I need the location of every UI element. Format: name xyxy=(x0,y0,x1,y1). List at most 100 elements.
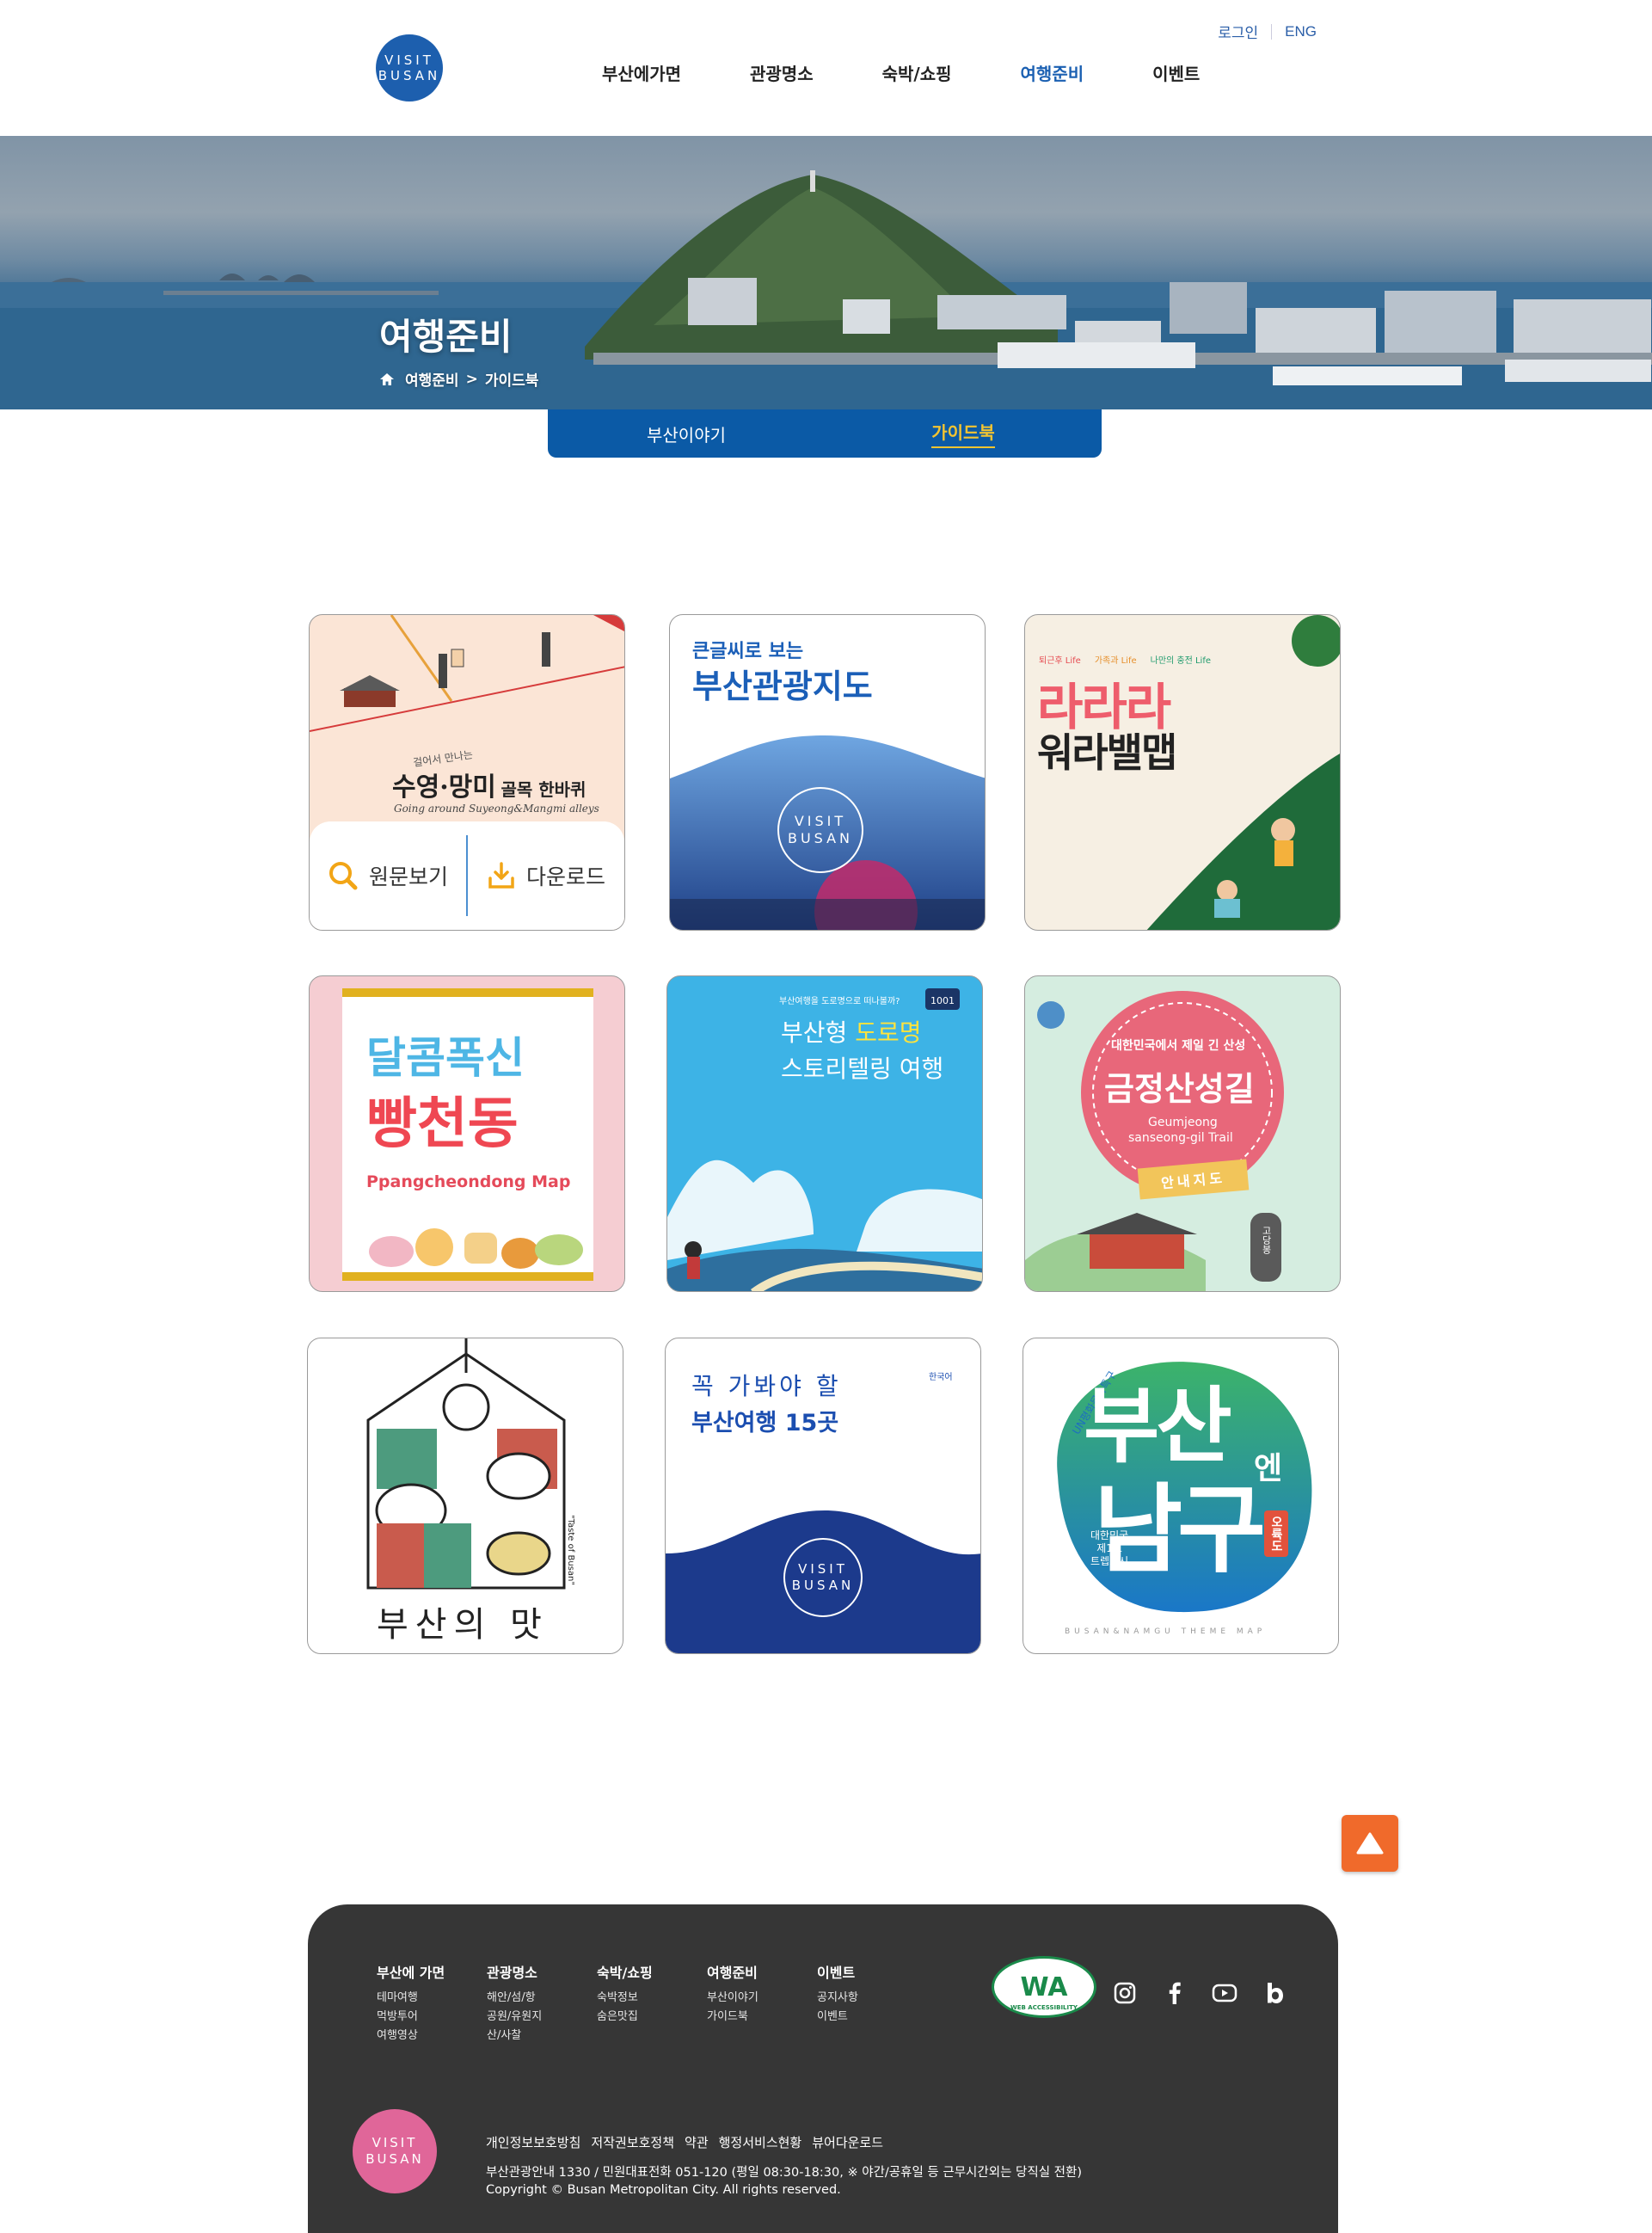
tab-label: 부산이야기 xyxy=(647,424,726,446)
copyright-policy-link[interactable]: 저작권보호정책 xyxy=(591,2133,674,2151)
terms-link[interactable]: 약관 xyxy=(685,2133,709,2151)
card-line1: 꼭 가봐야 할 xyxy=(691,1372,842,1400)
guidebook-card-road-name-travel[interactable]: 부산여행을 도로명으로 떠나볼까? 1001 부산형 도로명 스토리텔링 여행 xyxy=(666,975,983,1292)
footer-column-heading[interactable]: 숙박/쇼핑 xyxy=(597,1961,653,1982)
login-link[interactable]: 로그인 xyxy=(1218,21,1258,42)
card-line2: 부산관광지도 xyxy=(692,667,873,705)
breadcrumb-item-travel-prep[interactable]: 여행준비 xyxy=(405,368,459,390)
footer-column-heading[interactable]: 부산에 가면 xyxy=(377,1961,445,1982)
arrow-up-icon xyxy=(1356,1832,1384,1855)
guidebook-grid: 걸어서 만나는 수영·망미 골목 한바퀴 Going around Suyeon… xyxy=(307,614,1341,1655)
card-line1-yellow: 도로명 xyxy=(855,1018,922,1047)
card-line1: 부산형 도로명 xyxy=(781,1014,921,1049)
breadcrumb-item-guidebook[interactable]: 가이드북 xyxy=(485,368,539,390)
card-line2: 워라밸맵 xyxy=(1037,729,1177,776)
nav-item-attractions[interactable]: 관광명소 xyxy=(750,60,814,85)
footer-link[interactable]: 숨은맛집 xyxy=(597,2008,653,2027)
nav-item-stay-shopping[interactable]: 숙박/쇼핑 xyxy=(882,60,952,85)
card-title: 부산의 맛 xyxy=(377,1605,549,1645)
tab-busan-story[interactable]: 부산이야기 xyxy=(548,409,825,458)
language-link-eng[interactable]: ENG xyxy=(1285,23,1317,40)
logo-text-visit: VISIT xyxy=(372,2135,418,2150)
blog-icon[interactable] xyxy=(1262,1980,1287,2006)
instagram-icon[interactable] xyxy=(1112,1980,1138,2006)
download-button[interactable]: 다운로드 xyxy=(468,860,624,891)
youtube-icon[interactable] xyxy=(1212,1980,1237,2006)
web-accessibility-mark[interactable]: WA WEB ACCESSIBILITY xyxy=(992,1956,1096,2018)
tag-recharge: 나만의 충전 Life xyxy=(1150,656,1212,666)
guidebook-card-large-print-map[interactable]: 큰글씨로 보는 부산관광지도 VISIT BUSAN xyxy=(669,614,986,931)
copyright-text: Copyright © Busan Metropolitan City. All… xyxy=(486,2183,841,2197)
guidebook-card-15-must-visit[interactable]: 한국어 꼭 가봐야 할 부산여행 15곳 VISIT BUSAN xyxy=(665,1338,981,1654)
card-action-bar: 원문보기 다운로드 xyxy=(310,821,624,930)
footer-link[interactable]: 부산이야기 xyxy=(707,1989,758,2008)
card-tags: 퇴근후 Life 가족과 Life 나만의 충전 Life xyxy=(1039,653,1211,666)
guidebook-card-ppangcheondong[interactable]: 달콤폭신 빵천동 Ppangcheondong Map xyxy=(309,975,625,1292)
download-label: 다운로드 xyxy=(525,864,605,889)
footer-column-heading[interactable]: 여행준비 xyxy=(707,1961,758,1982)
card-tag: 오륙도 xyxy=(1264,1510,1288,1557)
visit-busan-logo[interactable]: VISIT BUSAN xyxy=(376,34,443,102)
card-line2: 스토리텔링 여행 xyxy=(781,1055,944,1083)
viewer-download-link[interactable]: 뷰어다운로드 xyxy=(812,2133,883,2151)
guidebook-card-namgu-theme-map[interactable]: UN평화문화특구 부산 엔 남구 오륙도 대한민국 제1호 트렙도시 BUSAN… xyxy=(1023,1338,1339,1654)
view-original-button[interactable]: 원문보기 xyxy=(310,860,466,891)
nav-item-travel-prep[interactable]: 여행준비 xyxy=(1021,60,1084,85)
guidebook-card-lalala-map[interactable]: 퇴근후 Life 가족과 Life 나만의 충전 Life 라라라 워라밸맵 xyxy=(1024,614,1341,931)
footer-link[interactable]: 테마여행 xyxy=(377,1989,445,2008)
card-stone-text: 고당봉 xyxy=(1261,1226,1272,1254)
guidebook-card-taste-of-busan[interactable]: "Taste of Busan" 부산의 맛 xyxy=(307,1338,623,1654)
search-icon xyxy=(329,862,358,890)
footer-policy-links: 개인정보보호방침 저작권보호정책 약관 행정서비스현황 뷰어다운로드 xyxy=(486,2133,894,2151)
footer-link[interactable]: 공지사항 xyxy=(817,1989,858,2008)
wa-mark-caption: WEB ACCESSIBILITY xyxy=(1010,2004,1078,2011)
footer-link[interactable]: 먹방투어 xyxy=(377,2008,445,2027)
footer-column-heading[interactable]: 이벤트 xyxy=(817,1961,858,1982)
breadcrumb: 여행준비 > 가이드북 xyxy=(379,368,538,390)
admin-service-status-link[interactable]: 행정서비스현황 xyxy=(719,2133,802,2151)
scroll-to-top-button[interactable] xyxy=(1342,1815,1398,1872)
tab-guidebook[interactable]: 가이드북 xyxy=(825,409,1102,458)
footer-link[interactable]: 숙박정보 xyxy=(597,1989,653,2008)
card-en2: sanseong-gil Trail xyxy=(1128,1131,1233,1145)
hero-landscape-image xyxy=(0,170,1652,409)
footer-column-travel-prep: 여행준비 부산이야기 가이드북 xyxy=(707,1961,758,2027)
footer-link[interactable]: 이벤트 xyxy=(817,2008,858,2027)
page-title: 여행준비 xyxy=(379,316,513,358)
facebook-icon[interactable] xyxy=(1162,1980,1188,2006)
footer-contact-info: 부산관광안내 1330 / 민원대표전화 051-120 (평일 08:30-1… xyxy=(486,2164,1082,2199)
guidebook-card-geumjeong-trail[interactable]: 대한민국에서 제일 긴 산성 금정산성길 Geumjeong sanseong-… xyxy=(1024,975,1341,1292)
guidebook-card-suyeong-mangmi[interactable]: 걸어서 만나는 수영·망미 골목 한바퀴 Going around Suyeon… xyxy=(309,614,625,931)
logo-text-busan: BUSAN xyxy=(791,1578,855,1593)
privacy-policy-link[interactable]: 개인정보보호방침 xyxy=(486,2133,580,2151)
card-bottom-text: BUSAN&NAMGU THEME MAP xyxy=(1065,1627,1267,1636)
footer-column-heading[interactable]: 관광명소 xyxy=(487,1961,542,1982)
footer-link[interactable]: 공원/유원지 xyxy=(487,2008,542,2027)
logo-text-busan: BUSAN xyxy=(365,2151,424,2167)
footer-link[interactable]: 여행영상 xyxy=(377,2027,445,2045)
card-note-line: 트렙도시 xyxy=(1090,1555,1129,1567)
nav-item-busan[interactable]: 부산에가면 xyxy=(602,60,681,85)
card-title: 수영·망미 골목 한바퀴 xyxy=(392,766,586,803)
site-footer: 부산에 가면 테마여행 먹방투어 여행영상 관광명소 해안/섬/항 공원/유원지… xyxy=(308,1904,1338,2233)
footer-link[interactable]: 산/사찰 xyxy=(487,2027,542,2045)
footer-visit-busan-logo[interactable]: VISIT BUSAN xyxy=(353,2109,437,2193)
card-top-text: 대한민국에서 제일 긴 산성 xyxy=(1111,1039,1246,1053)
footer-link[interactable]: 가이드북 xyxy=(707,2008,758,2027)
nav-item-events[interactable]: 이벤트 xyxy=(1152,60,1200,85)
view-original-label: 원문보기 xyxy=(368,864,448,889)
download-icon xyxy=(488,862,514,889)
logo-text-visit: VISIT xyxy=(384,52,434,68)
main-navigation: 부산에가면 관광명소 숙박/쇼핑 여행준비 이벤트 xyxy=(602,60,1268,85)
tag-after-work: 퇴근후 Life xyxy=(1039,656,1081,666)
tab-label: 가이드북 xyxy=(931,419,995,448)
breadcrumb-separator: > xyxy=(465,370,478,388)
card-title: 금정산성길 xyxy=(1104,1070,1255,1108)
footer-link[interactable]: 해안/섬/항 xyxy=(487,1989,542,2008)
logo-text-visit: VISIT xyxy=(798,1561,848,1577)
home-icon[interactable] xyxy=(379,372,395,386)
footer-column-attractions: 관광명소 해안/섬/항 공원/유원지 산/사찰 xyxy=(487,1961,542,2045)
contact-info-text: 부산관광안내 1330 / 민원대표전화 051-120 (평일 08:30-1… xyxy=(486,2166,1082,2180)
logo-text-busan: BUSAN xyxy=(378,68,441,83)
footer-column-busan: 부산에 가면 테마여행 먹방투어 여행영상 xyxy=(377,1961,445,2045)
